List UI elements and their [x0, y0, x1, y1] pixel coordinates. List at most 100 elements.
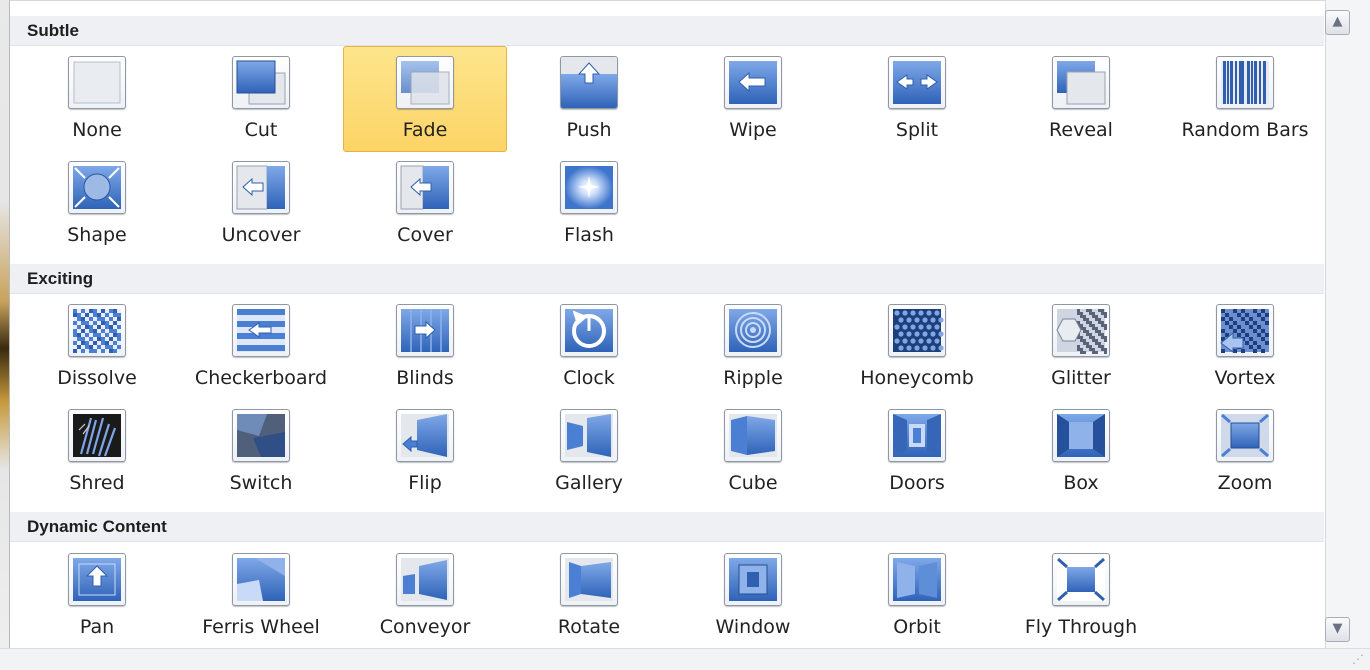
clock-icon: [560, 304, 618, 357]
transition-label: Shape: [67, 224, 127, 246]
none-icon: [68, 56, 126, 109]
transition-label: Uncover: [221, 224, 301, 246]
orbit-icon: [888, 553, 946, 606]
transition-label: Orbit: [893, 616, 941, 638]
transition-label: Rotate: [557, 616, 621, 638]
reveal-icon: [1052, 56, 1110, 109]
scroll-down-icon: ▼: [1332, 621, 1343, 636]
transition-checkerboard[interactable]: Checkerboard: [179, 294, 343, 400]
vertical-scrollbar[interactable]: [1325, 0, 1370, 648]
transition-label: Switch: [229, 472, 293, 494]
scroll-up-button[interactable]: ▲: [1325, 10, 1350, 35]
ferris-wheel-icon: [232, 553, 290, 606]
transition-label: Doors: [889, 472, 945, 494]
transition-label: Checkerboard: [194, 367, 328, 389]
ripple-icon: [724, 304, 782, 357]
transition-zoom[interactable]: Zoom: [1163, 399, 1327, 505]
transition-label: Reveal: [1049, 119, 1113, 141]
transition-split[interactable]: Split: [835, 46, 999, 152]
box-icon: [1052, 409, 1110, 462]
transition-switch[interactable]: Switch: [179, 399, 343, 505]
transition-label: Honeycomb: [860, 367, 974, 389]
pan-icon: [68, 553, 126, 606]
conveyor-icon: [396, 553, 454, 606]
transition-label: Ferris Wheel: [202, 616, 320, 638]
shred-icon: [68, 409, 126, 462]
honeycomb-icon: [888, 304, 946, 357]
transition-gallery[interactable]: Gallery: [507, 399, 671, 505]
scroll-down-button[interactable]: ▼: [1325, 617, 1350, 642]
transition-glitter[interactable]: Glitter: [999, 294, 1163, 400]
doors-icon: [888, 409, 946, 462]
transition-window[interactable]: Window: [671, 543, 835, 649]
checkerboard-icon: [232, 304, 290, 357]
transition-label: Fade: [402, 119, 448, 141]
zoom-icon: [1216, 409, 1274, 462]
transition-fade[interactable]: Fade: [343, 46, 507, 152]
section-header-subtle: Subtle: [10, 16, 1324, 46]
rotate-icon: [560, 553, 618, 606]
transition-label: Zoom: [1217, 472, 1273, 494]
transition-label: Clock: [563, 367, 615, 389]
glitter-icon: [1052, 304, 1110, 357]
transition-label: Shred: [69, 472, 125, 494]
vortex-icon: [1216, 304, 1274, 357]
transition-label: Window: [715, 616, 791, 638]
transition-push[interactable]: Push: [507, 46, 671, 152]
transition-label: Cut: [244, 119, 278, 141]
transition-random-bars[interactable]: Random Bars: [1163, 46, 1327, 152]
transition-box[interactable]: Box: [999, 399, 1163, 505]
transition-flip[interactable]: Flip: [343, 399, 507, 505]
transition-cube[interactable]: Cube: [671, 399, 835, 505]
transition-dissolve[interactable]: Dissolve: [15, 294, 179, 400]
transition-uncover[interactable]: Uncover: [179, 151, 343, 257]
scroll-up-icon: ▲: [1332, 14, 1343, 29]
transition-flash[interactable]: Flash: [507, 151, 671, 257]
blinds-icon: [396, 304, 454, 357]
resize-grip-icon[interactable]: ⋰: [1350, 652, 1364, 666]
window-icon: [724, 553, 782, 606]
transition-gallery: Subtle Exciting Dynamic Content None Cut F…: [0, 0, 1370, 670]
transition-fly-through[interactable]: Fly Through: [999, 543, 1163, 649]
transition-label: Ripple: [723, 367, 783, 389]
transition-label: Flip: [408, 472, 442, 494]
transition-label: Wipe: [729, 119, 777, 141]
transition-blinds[interactable]: Blinds: [343, 294, 507, 400]
transition-shred[interactable]: Shred: [15, 399, 179, 505]
transition-label: None: [72, 119, 122, 141]
transition-cover[interactable]: Cover: [343, 151, 507, 257]
gallery-icon: [560, 409, 618, 462]
transition-label: Conveyor: [379, 616, 471, 638]
transition-reveal[interactable]: Reveal: [999, 46, 1163, 152]
split-icon: [888, 56, 946, 109]
transition-shape[interactable]: Shape: [15, 151, 179, 257]
section-header-dynamic-content: Dynamic Content: [10, 512, 1324, 542]
transition-ferris-wheel[interactable]: Ferris Wheel: [179, 543, 343, 649]
transition-vortex[interactable]: Vortex: [1163, 294, 1327, 400]
transition-label: Vortex: [1214, 367, 1276, 389]
transition-ripple[interactable]: Ripple: [671, 294, 835, 400]
transition-honeycomb[interactable]: Honeycomb: [835, 294, 999, 400]
transition-orbit[interactable]: Orbit: [835, 543, 999, 649]
transition-cut[interactable]: Cut: [179, 46, 343, 152]
transition-pan[interactable]: Pan: [15, 543, 179, 649]
transition-label: Random Bars: [1181, 119, 1309, 141]
random-bars-icon: [1216, 56, 1274, 109]
cover-icon: [396, 161, 454, 214]
transition-conveyor[interactable]: Conveyor: [343, 543, 507, 649]
transition-none[interactable]: None: [15, 46, 179, 152]
flip-icon: [396, 409, 454, 462]
transition-label: Flash: [564, 224, 614, 246]
wipe-icon: [724, 56, 782, 109]
flash-icon: [560, 161, 618, 214]
transition-label: Cover: [397, 224, 453, 246]
transition-doors[interactable]: Doors: [835, 399, 999, 505]
section-header-exciting: Exciting: [10, 264, 1324, 294]
transition-label: Cube: [728, 472, 778, 494]
transition-label: Gallery: [555, 472, 623, 494]
transition-wipe[interactable]: Wipe: [671, 46, 835, 152]
transition-label: Blinds: [396, 367, 454, 389]
transition-clock[interactable]: Clock: [507, 294, 671, 400]
transition-rotate[interactable]: Rotate: [507, 543, 671, 649]
fade-icon: [396, 56, 454, 109]
